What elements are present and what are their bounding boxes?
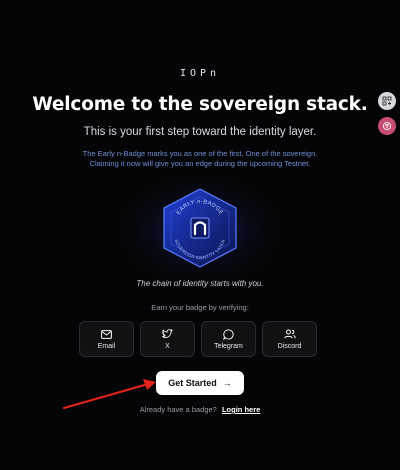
iopn-logo: IOPn (179, 68, 221, 79)
chat-bubble-icon (223, 328, 234, 340)
verify-x-button[interactable]: X (140, 321, 195, 357)
description-line-2: Claiming it now will give you an edge du… (89, 159, 311, 168)
translate-extension-icon[interactable] (378, 117, 396, 135)
page-subtitle: This is your first step toward the ident… (83, 126, 317, 138)
verify-email-label: Email (97, 343, 116, 350)
get-started-label: Get Started (168, 378, 217, 388)
badge-hexagon-icon: EARLY n-BADGE SOVEREIGN IDENTITY LAYER (163, 188, 237, 268)
arrow-right-icon: → (222, 378, 232, 388)
verify-discord-button[interactable]: Discord (262, 321, 317, 357)
tagline: The chain of identity starts with you. (136, 279, 264, 288)
verify-options: Email X Telegram Discord (79, 321, 321, 357)
verify-email-button[interactable]: Email (79, 321, 134, 357)
login-row: Already have a badge? Login here (0, 405, 400, 414)
page-title: Welcome to the sovereign stack. (32, 94, 368, 115)
verify-discord-label: Discord (277, 343, 302, 350)
verify-telegram-button[interactable]: Telegram (201, 321, 256, 357)
users-icon (283, 328, 296, 340)
login-prompt: Already have a badge? (139, 405, 217, 414)
verify-heading: Earn your badge by verifying: (151, 303, 249, 312)
verify-telegram-label: Telegram (214, 343, 243, 350)
login-link[interactable]: Login here (222, 405, 260, 414)
mail-icon (101, 328, 112, 340)
description-line-1: The Early n-Badge marks you as one of th… (82, 149, 318, 158)
twitter-bird-icon (162, 328, 173, 340)
get-started-button[interactable]: Get Started → (156, 371, 244, 395)
badge-description: The Early n-Badge marks you as one of th… (60, 149, 340, 169)
early-n-badge: EARLY n-BADGE SOVEREIGN IDENTITY LAYER (150, 183, 250, 273)
verify-x-label: X (165, 343, 170, 350)
extension-grid-icon[interactable] (378, 92, 396, 110)
